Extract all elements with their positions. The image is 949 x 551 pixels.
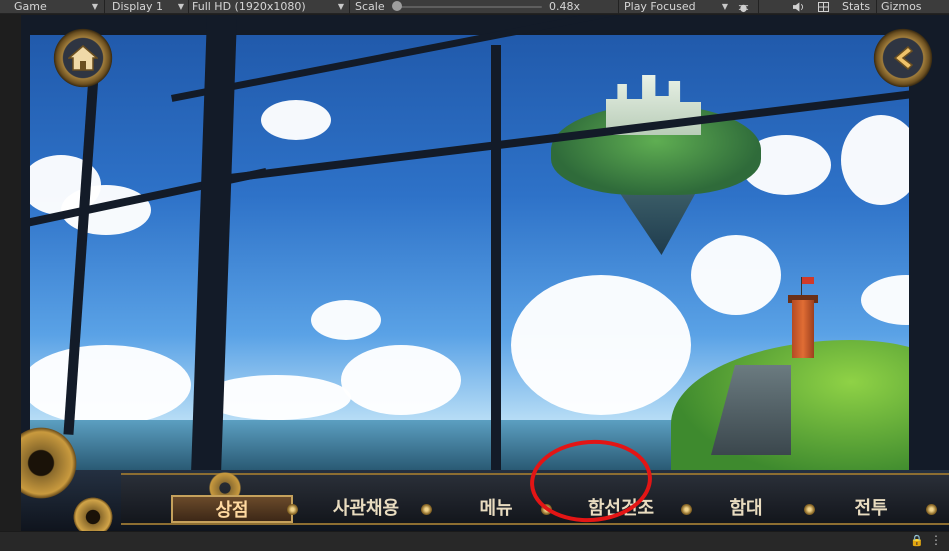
cloud	[311, 300, 381, 340]
play-mode-label: Play Focused	[624, 0, 696, 13]
stats-button[interactable]: Stats	[842, 0, 870, 14]
back-button[interactable]	[872, 27, 934, 89]
menu-item-label: 메뉴	[479, 498, 513, 519]
chevron-down-icon: ▼	[177, 2, 184, 11]
gizmos-label: Gizmos	[881, 0, 922, 13]
window-post	[491, 45, 501, 485]
chevron-left-icon	[893, 45, 914, 71]
scale-slider-track[interactable]	[396, 6, 542, 8]
cloud	[21, 345, 191, 425]
bug-icon[interactable]	[733, 0, 753, 14]
lock-icon[interactable]: 🔒	[910, 534, 924, 547]
chevron-down-icon: ▼	[91, 2, 98, 11]
gear-decoration	[71, 495, 115, 531]
scale-value: 0.48x	[549, 0, 581, 13]
rivet	[804, 504, 815, 515]
rivet	[926, 504, 937, 515]
more-options-icon[interactable]: ⋮	[930, 533, 942, 547]
chevron-down-icon: ▼	[337, 2, 344, 11]
menu-item-battle[interactable]: 전투	[831, 495, 911, 523]
cloud	[511, 275, 691, 415]
view-select-label: Game	[14, 0, 47, 13]
view-select[interactable]: Game ▼	[2, 0, 100, 14]
rivet	[421, 504, 432, 515]
home-icon	[68, 45, 98, 71]
rivet	[681, 504, 692, 515]
menu-item-shop[interactable]: 상점	[171, 495, 293, 523]
audio-icon[interactable]	[790, 0, 806, 14]
scale-slider-thumb[interactable]	[392, 1, 402, 11]
game-view-toolbar: Game ▼ Display 1 ▼ Full HD (1920x1080) ▼…	[0, 0, 949, 14]
home-button[interactable]	[52, 27, 114, 89]
gizmos-dropdown[interactable]: Gizmos	[879, 0, 949, 14]
status-bar: 🔒 ⋮	[0, 531, 949, 551]
menu-item-fleet[interactable]: 함대	[706, 495, 786, 523]
cloud	[691, 235, 781, 315]
display-select-label: Display 1	[112, 0, 164, 13]
chevron-down-icon: ▼	[721, 2, 728, 11]
game-viewport[interactable]: 상점 사관채용 메뉴 함선건조 함대 전투	[21, 15, 949, 531]
menu-item-label: 함대	[729, 498, 763, 519]
display-select[interactable]: Display 1 ▼	[106, 0, 186, 14]
play-mode-select[interactable]: Play Focused ▼	[620, 0, 730, 14]
window-post	[21, 15, 30, 475]
window-beam-top	[21, 15, 949, 35]
green-hill-island	[671, 340, 949, 480]
red-flag	[802, 277, 814, 284]
resolution-select[interactable]: Full HD (1920x1080) ▼	[190, 0, 346, 14]
grid-icon[interactable]	[815, 0, 831, 14]
menu-item-label: 사관채용	[332, 498, 400, 519]
menu-item-label: 상점	[215, 500, 249, 521]
resolution-select-label: Full HD (1920x1080)	[192, 0, 306, 13]
menu-item-label: 전투	[854, 498, 888, 519]
scale-label: Scale	[355, 0, 385, 13]
lighthouse-tower	[792, 300, 814, 358]
menu-item-officer-recruit[interactable]: 사관채용	[316, 495, 416, 523]
menu-item-menu[interactable]: 메뉴	[456, 495, 536, 523]
rivet	[287, 504, 298, 515]
cloud	[261, 100, 331, 140]
cloud	[341, 345, 461, 415]
